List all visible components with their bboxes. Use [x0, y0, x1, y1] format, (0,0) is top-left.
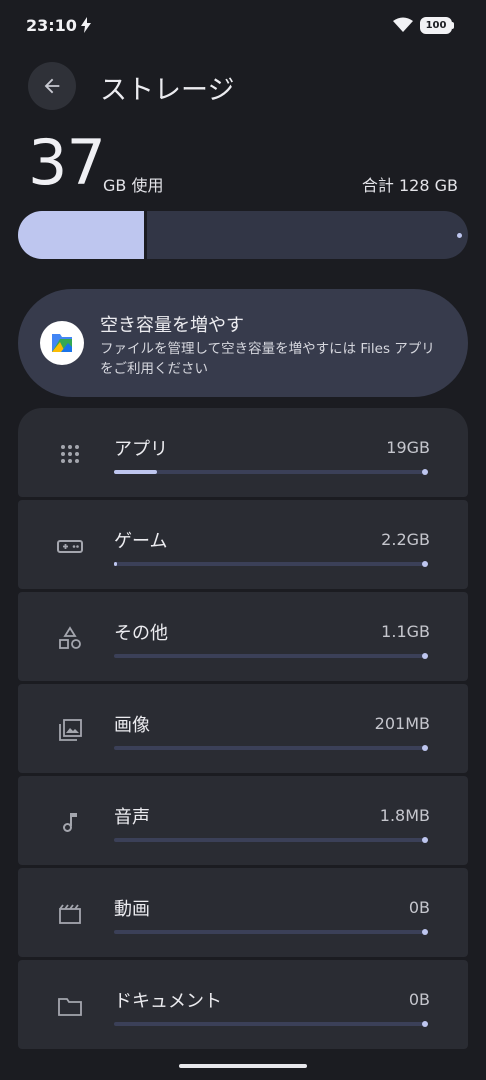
category-label: アプリ	[114, 439, 168, 460]
category-size: 1.1GB	[381, 622, 430, 641]
category-label: ゲーム	[114, 531, 168, 552]
total-storage: 合計 128 GB	[361, 176, 458, 195]
category-audio[interactable]: 音声 1.8MB	[18, 776, 468, 865]
category-usage-bar	[114, 561, 428, 567]
category-bar-end-dot	[422, 745, 428, 751]
category-label: 動画	[114, 899, 150, 920]
free-up-space-card[interactable]: 空き容量を増やす ファイルを管理して空き容量を増やすには Files アプリをご…	[18, 289, 468, 397]
folder-icon	[58, 998, 82, 1016]
category-usage-bar	[114, 929, 428, 935]
free-up-space-description: ファイルを管理して空き容量を増やすには Files アプリをご利用ください	[100, 341, 435, 377]
clock: 23:10	[26, 16, 77, 35]
category-size: 0B	[408, 990, 430, 1009]
movie-icon	[59, 904, 81, 924]
category-bar-end-dot	[422, 929, 428, 935]
battery-tip	[452, 22, 454, 29]
files-app-icon	[40, 321, 84, 365]
used-storage-unit: GB 使用	[103, 176, 164, 195]
category-size: 0B	[408, 898, 430, 917]
category-usage-bar	[114, 745, 428, 751]
category-apps[interactable]: アプリ 19GB	[18, 408, 468, 497]
shapes-icon	[59, 626, 81, 649]
category-games[interactable]: ゲーム 2.2GB	[18, 500, 468, 589]
category-label: その他	[114, 623, 168, 644]
arrow-back-icon	[44, 78, 60, 94]
category-usage-bar	[114, 469, 428, 475]
category-bar-end-dot	[422, 1021, 428, 1027]
category-videos[interactable]: 動画 0B	[18, 868, 468, 957]
category-size: 19GB	[386, 438, 430, 457]
used-storage-value: 37	[28, 126, 106, 199]
category-bar-end-dot	[422, 469, 428, 475]
category-usage-bar	[114, 653, 428, 659]
category-images[interactable]: 画像 201MB	[18, 684, 468, 773]
category-label: ドキュメント	[114, 991, 222, 1012]
category-bar-end-dot	[422, 653, 428, 659]
charging-icon	[81, 17, 91, 33]
home-indicator[interactable]	[179, 1064, 307, 1068]
wifi-icon	[393, 17, 413, 32]
storage-usage-bar	[18, 211, 468, 259]
photo-library-icon	[59, 719, 82, 741]
category-label: 音声	[114, 807, 150, 828]
page-title: ストレージ	[100, 75, 235, 106]
back-button[interactable]	[28, 62, 76, 110]
status-bar: 23:10 100	[0, 0, 486, 52]
apps-grid-icon	[61, 445, 79, 463]
category-usage-fill	[114, 470, 158, 474]
gamepad-icon	[57, 540, 83, 553]
storage-bar-end-dot	[457, 233, 462, 238]
category-size: 2.2GB	[381, 530, 430, 549]
battery-icon: 100	[420, 17, 452, 34]
category-bar-end-dot	[422, 561, 428, 567]
category-size: 201MB	[374, 714, 430, 733]
category-label: 画像	[114, 715, 150, 736]
music-note-icon	[63, 813, 77, 832]
category-bar-end-dot	[422, 837, 428, 843]
category-usage-fill	[114, 562, 118, 566]
category-other[interactable]: その他 1.1GB	[18, 592, 468, 681]
category-usage-bar	[114, 837, 428, 843]
free-up-space-title: 空き容量を増やす	[100, 315, 244, 336]
category-size: 1.8MB	[379, 806, 430, 825]
category-documents[interactable]: ドキュメント 0B	[18, 960, 468, 1049]
category-usage-bar	[114, 1021, 428, 1027]
storage-usage-fill	[18, 211, 147, 259]
